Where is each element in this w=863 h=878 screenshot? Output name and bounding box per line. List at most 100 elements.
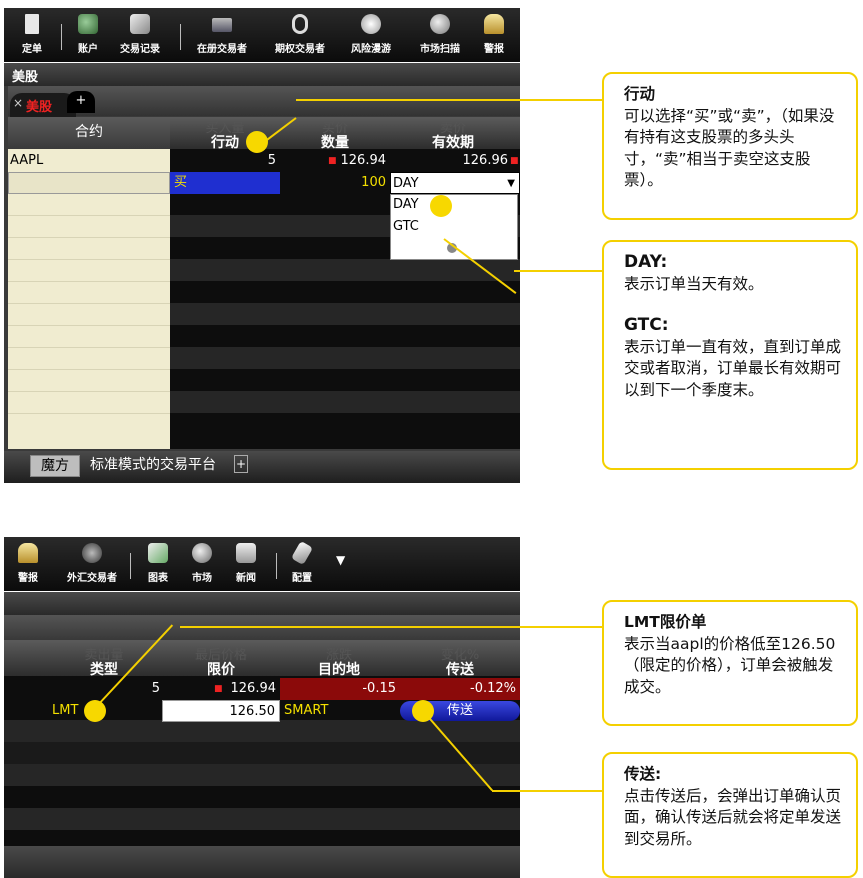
callout-transmit-body: 点击传送后，会弹出订单确认页面，确认传送后就会将定单发送到交易所。 [624, 786, 842, 848]
callout-day-body: 表示订单当天有效。 [624, 274, 764, 293]
dropdown-option-day[interactable]: DAY [393, 197, 419, 212]
risk-navigator-icon [361, 14, 381, 34]
row-divider [8, 391, 170, 392]
add-layout-label: + [235, 457, 247, 471]
toolbar-news-label: 新闻 [236, 573, 256, 584]
bottom-tab-classic[interactable]: 标准模式的交易平台 [84, 455, 228, 477]
trade-log-icon [130, 14, 150, 34]
toolbar-config-label: 配置 [292, 573, 312, 584]
row-divider [8, 347, 170, 348]
row-divider [8, 237, 170, 238]
toolbar-option-trader-label: 期权交易者 [275, 44, 325, 55]
tif-select[interactable]: DAY ▼ [390, 172, 520, 194]
toolbar-alerts-label: 警报 [484, 44, 504, 55]
window-footer [4, 846, 520, 878]
news-feed-icon [236, 543, 256, 563]
close-icon[interactable]: × [13, 96, 23, 110]
ask-cell: 126.96 [462, 153, 509, 168]
window-title-bar: 美股 [4, 63, 520, 86]
toolbar-more-icon[interactable]: ▼ [336, 553, 345, 567]
connector-line [296, 99, 602, 101]
annotation-dot [412, 700, 434, 722]
dropdown-option-gtc[interactable]: GTC [393, 219, 419, 234]
grid-stripe [170, 347, 520, 369]
bottom-tab-strip [4, 451, 520, 483]
destination-field[interactable]: SMART [282, 700, 400, 722]
contract-header-label: 合约 [75, 124, 103, 140]
up-tick-marker: ■ [510, 156, 519, 166]
column-header-tif[interactable]: 有效期 [390, 132, 516, 152]
annotation-dot [430, 195, 452, 217]
last-price-cell: 126.94 [230, 681, 277, 696]
alert-bell-icon [18, 543, 38, 563]
chevron-down-icon[interactable]: ▼ [507, 173, 515, 195]
limit-price-field[interactable]: 126.50 [162, 700, 280, 722]
row-divider [8, 281, 170, 282]
connector-line [180, 626, 602, 628]
toolbar-account[interactable]: 账户 [62, 8, 114, 60]
column-header-quantity[interactable]: 数量 [280, 132, 390, 152]
grid-stripe [170, 259, 520, 281]
order-icon [25, 14, 39, 34]
connector-line [492, 790, 602, 792]
toolbar-book-trader[interactable]: 在册交易者 [196, 8, 248, 60]
globe-icon [192, 543, 212, 563]
callout-lmt-body: 表示当aapl的价格低至126.50（限定的价格），订单会被触发成交。 [624, 634, 836, 696]
toolbar-fx-trader[interactable]: 外汇交易者 [60, 537, 124, 589]
toolbar-trade-log[interactable]: 交易记录 [114, 8, 166, 60]
callout-transmit: 传送: 点击传送后，会弹出订单确认页面，确认传送后就会将定单发送到交易所。 [602, 752, 858, 878]
change-pct-cell: -0.12% [400, 678, 520, 700]
add-tab-button[interactable]: + [67, 91, 95, 113]
order-window: 美股 × 美股 + 合约 买入量 行动 买价 数量 卖价 有效期 AAPL 5 … [4, 63, 520, 483]
toolbar-order[interactable]: 定单 [6, 8, 58, 60]
tab-us-stocks-label: 美股 [26, 100, 53, 115]
bottom-tab-classic-label: 标准模式的交易平台 [90, 457, 216, 473]
toolbar-market-scanner[interactable]: 市场扫描 [414, 8, 466, 60]
callout-action-title: 行动 [624, 85, 656, 103]
window-title-bar [4, 592, 520, 615]
top-toolbar: 定单 账户 交易记录 在册交易者 期权交易者 风险漫游 市场扫描 警报 [4, 8, 520, 62]
callout-lmt: LMT限价单 表示当aapl的价格低至126.50（限定的价格），订单会被触发成… [602, 600, 858, 726]
bid-cell: 126.94 [340, 153, 387, 168]
toolbar-alerts[interactable]: 警报 [468, 8, 520, 60]
callout-gtc-body: 表示订单一直有效，直到订单成交或者取消，订单最长有效期可以到下一个季度末。 [624, 337, 842, 399]
wrench-icon [290, 540, 314, 566]
tif-select-value: DAY [393, 176, 419, 191]
toolbar-fx-trader-label: 外汇交易者 [67, 573, 117, 584]
action-field[interactable]: 买 [170, 172, 280, 194]
grid-stripe [4, 764, 520, 786]
bottom-tab-mosaic-label: 魔方 [41, 458, 69, 474]
callout-action: 行动 可以选择“买”或“卖”，（如果没有持有这支股票的多头头寸，“卖”相当于卖空… [602, 72, 858, 220]
symbol-cell[interactable]: AAPL [10, 150, 43, 172]
order-contract-cell[interactable] [8, 172, 170, 194]
add-layout-button[interactable]: + [234, 455, 248, 473]
alert-bell-icon [484, 14, 504, 34]
toolbar-risk-navigator-label: 风险漫游 [351, 44, 391, 55]
annotation-dot [246, 131, 268, 153]
toolbar-option-trader[interactable]: 期权交易者 [274, 8, 326, 60]
toolbar-news[interactable]: 新闻 [220, 537, 272, 589]
toolbar-alerts[interactable]: 警报 [2, 537, 54, 589]
row-divider [8, 325, 170, 326]
grid-stripe [4, 808, 520, 830]
change-cell: -0.15 [280, 678, 400, 700]
bid-size-cell: 5 [267, 153, 276, 168]
row-divider [8, 259, 170, 260]
window-title: 美股 [12, 70, 39, 85]
callout-transmit-title: 传送: [624, 765, 662, 783]
toolbar-trade-log-label: 交易记录 [120, 44, 160, 55]
grid-stripe [4, 742, 520, 764]
toolbar-book-trader-label: 在册交易者 [197, 44, 247, 55]
toolbar-config[interactable]: 配置 [276, 537, 328, 589]
toolbar-market-scanner-label: 市场扫描 [420, 44, 460, 55]
quantity-field[interactable]: 100 [280, 172, 390, 194]
bottom-tab-mosaic[interactable]: 魔方 [30, 455, 80, 477]
toolbar-risk-navigator[interactable]: 风险漫游 [345, 8, 397, 60]
market-scanner-icon [430, 14, 450, 34]
fx-trader-icon [82, 543, 102, 563]
toolbar-separator [180, 24, 181, 50]
tif-dropdown: DAY GTC [390, 194, 518, 260]
toolbar-order-label: 定单 [22, 44, 42, 55]
grid-stripe [170, 391, 520, 413]
toolbar-alerts-label: 警报 [18, 573, 38, 584]
